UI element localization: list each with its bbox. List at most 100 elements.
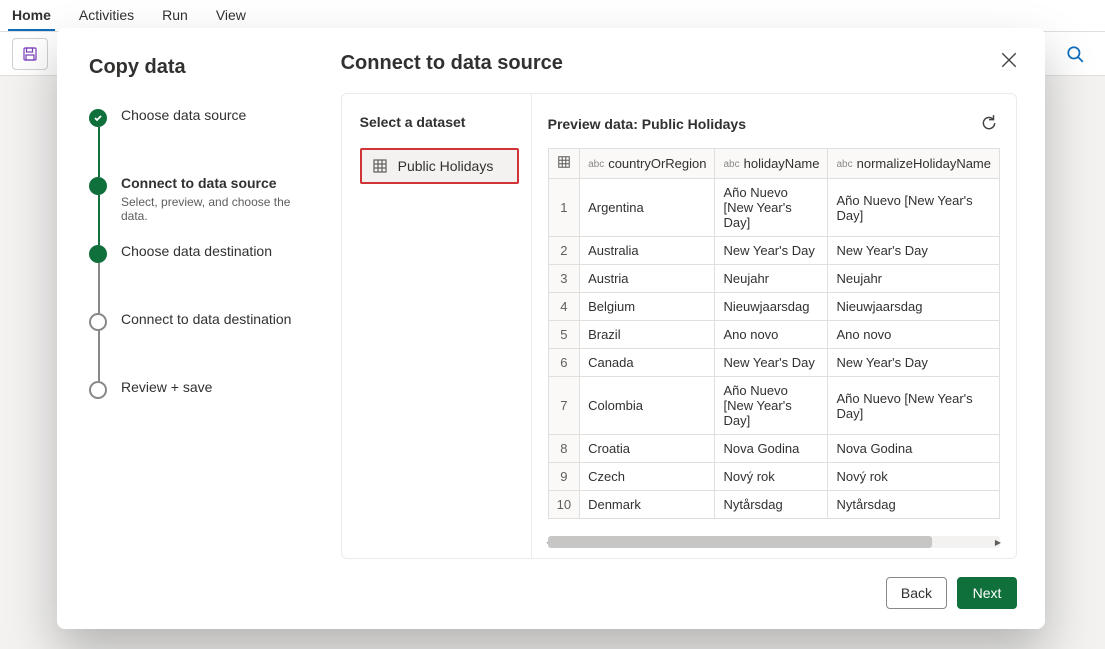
search-icon	[1066, 45, 1084, 63]
row-number-cell: 1	[548, 179, 579, 237]
wizard-title: Copy data	[89, 56, 293, 79]
refresh-icon	[980, 114, 998, 132]
table-cell: Denmark	[580, 491, 715, 519]
table-cell: Año Nuevo [New Year's Day]	[715, 179, 828, 237]
table-cell: Colombia	[580, 377, 715, 435]
preview-pane: Preview data: Public Holidays abccountry…	[532, 94, 1016, 558]
table-row[interactable]: 7ColombiaAño Nuevo [New Year's Day]Año N…	[548, 377, 999, 435]
scroll-right-arrow-icon: ▶	[992, 536, 1004, 548]
wizard-main: Connect to data source Select a dataset …	[325, 28, 1045, 629]
row-number-cell: 5	[548, 321, 579, 349]
row-number-cell: 4	[548, 293, 579, 321]
table-cell: Ano novo	[828, 321, 1000, 349]
table-row[interactable]: 3AustriaNeujahrNeujahr	[548, 265, 999, 293]
row-number-header	[548, 149, 579, 179]
next-button[interactable]: Next	[957, 577, 1017, 609]
column-type-badge: abc	[723, 159, 739, 170]
table-cell: Nový rok	[715, 463, 828, 491]
table-cell: Nytårsdag	[715, 491, 828, 519]
content-card: Select a dataset Public Holidays Preview…	[341, 93, 1017, 559]
column-header[interactable]: abcholidayName	[715, 149, 828, 179]
step-marker-icon	[89, 177, 107, 195]
column-type-badge: abc	[588, 159, 604, 170]
wizard-step[interactable]: Choose data destination	[89, 243, 293, 311]
wizard-step[interactable]: Connect to data source Select, preview, a…	[89, 175, 293, 243]
table-row[interactable]: 10DenmarkNytårsdagNytårsdag	[548, 491, 999, 519]
table-cell: Nieuwjaarsdag	[828, 293, 1000, 321]
table-row[interactable]: 4BelgiumNieuwjaarsdagNieuwjaarsdag	[548, 293, 999, 321]
step-label: Choose data source	[121, 107, 246, 123]
column-header[interactable]: abcnormalizeHolidayName	[828, 149, 1000, 179]
step-marker-icon	[89, 109, 107, 127]
table-icon	[372, 158, 388, 174]
table-row[interactable]: 1ArgentinaAño Nuevo [New Year's Day]Año …	[548, 179, 999, 237]
table-cell: Nový rok	[828, 463, 1000, 491]
row-number-cell: 10	[548, 491, 579, 519]
table-row[interactable]: 5BrazilAno novoAno novo	[548, 321, 999, 349]
table-cell: New Year's Day	[715, 237, 828, 265]
wizard-step[interactable]: Review + save	[89, 379, 293, 409]
step-marker-icon	[89, 313, 107, 331]
main-title: Connect to data source	[341, 52, 1017, 75]
back-button[interactable]: Back	[886, 577, 947, 609]
table-row[interactable]: 8CroatiaNova GodinaNova Godina	[548, 435, 999, 463]
table-cell: New Year's Day	[715, 349, 828, 377]
scrollbar-thumb[interactable]	[548, 536, 933, 548]
row-number-cell: 3	[548, 265, 579, 293]
dataset-item[interactable]: Public Holidays	[360, 148, 519, 184]
ribbon-tab-run[interactable]: Run	[158, 0, 192, 31]
row-number-cell: 9	[548, 463, 579, 491]
table-row[interactable]: 6CanadaNew Year's DayNew Year's Day	[548, 349, 999, 377]
step-marker-icon	[89, 245, 107, 263]
horizontal-scrollbar[interactable]: ◀ ▶	[548, 536, 1000, 548]
row-number-cell: 8	[548, 435, 579, 463]
column-header[interactable]: abccountryOrRegion	[580, 149, 715, 179]
save-icon	[22, 46, 38, 62]
table-cell: Nytårsdag	[828, 491, 1000, 519]
step-label: Connect to data destination	[121, 311, 291, 327]
step-marker-icon	[89, 381, 107, 399]
row-number-cell: 6	[548, 349, 579, 377]
wizard-step[interactable]: Choose data source	[89, 107, 293, 175]
table-cell: Año Nuevo [New Year's Day]	[828, 377, 1000, 435]
table-cell: Brazil	[580, 321, 715, 349]
table-cell: Australia	[580, 237, 715, 265]
table-cell: New Year's Day	[828, 349, 1000, 377]
table-cell: Año Nuevo [New Year's Day]	[715, 377, 828, 435]
table-cell: Nova Godina	[828, 435, 1000, 463]
toolbar-search-button[interactable]	[1057, 38, 1093, 70]
table-cell: Austria	[580, 265, 715, 293]
preview-table-scroll[interactable]: abccountryOrRegionabcholidayNameabcnorma…	[548, 148, 1000, 528]
refresh-button[interactable]	[980, 114, 1000, 134]
table-cell: Neujahr	[715, 265, 828, 293]
step-label: Review + save	[121, 379, 212, 395]
table-icon	[557, 155, 571, 169]
save-button[interactable]	[12, 38, 48, 70]
preview-table: abccountryOrRegionabcholidayNameabcnorma…	[548, 148, 1000, 519]
step-label: Connect to data source	[121, 175, 293, 191]
table-cell: Argentina	[580, 179, 715, 237]
table-cell: Canada	[580, 349, 715, 377]
ribbon-tab-view[interactable]: View	[212, 0, 250, 31]
column-type-badge: abc	[836, 159, 852, 170]
table-cell: New Year's Day	[828, 237, 1000, 265]
table-cell: Año Nuevo [New Year's Day]	[828, 179, 1000, 237]
dataset-item-label: Public Holidays	[398, 158, 494, 174]
wizard-footer: Back Next	[341, 577, 1017, 609]
table-cell: Ano novo	[715, 321, 828, 349]
table-row[interactable]: 2AustraliaNew Year's DayNew Year's Day	[548, 237, 999, 265]
step-sublabel: Select, preview, and choose the data.	[121, 195, 293, 223]
ribbon-tab-activities[interactable]: Activities	[75, 0, 138, 31]
dataset-pane: Select a dataset Public Holidays	[342, 94, 532, 558]
wizard-step[interactable]: Connect to data destination	[89, 311, 293, 379]
close-button[interactable]	[997, 48, 1021, 72]
row-number-cell: 2	[548, 237, 579, 265]
close-icon	[1000, 51, 1018, 69]
ribbon-tab-home[interactable]: Home	[8, 0, 55, 31]
table-cell: Nova Godina	[715, 435, 828, 463]
table-row[interactable]: 9CzechNový rokNový rok	[548, 463, 999, 491]
table-cell: Croatia	[580, 435, 715, 463]
step-label: Choose data destination	[121, 243, 272, 259]
table-cell: Belgium	[580, 293, 715, 321]
dataset-pane-title: Select a dataset	[360, 114, 519, 130]
